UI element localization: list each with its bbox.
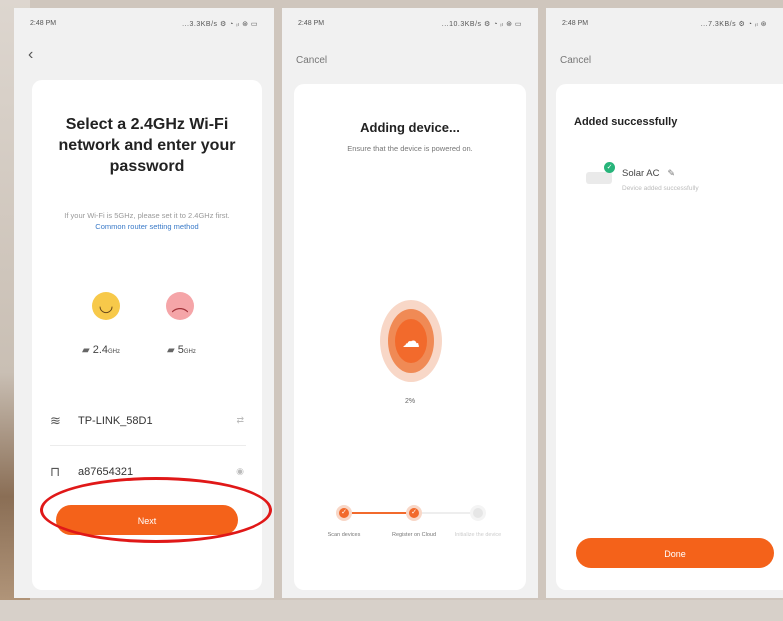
- power-hint: Ensure that the device is powered on.: [347, 144, 473, 153]
- step-check-icon: ✓: [336, 505, 352, 521]
- router-setting-link[interactable]: Common router setting method: [95, 222, 198, 231]
- status-icons: ...3.3KB/s ⚙ ◔ ᵢₗ ⊛ ▭: [182, 21, 258, 28]
- band-5-unit: GHz: [183, 349, 196, 355]
- background-bottom: [0, 600, 783, 621]
- status-bar: 2:48 PM ...7.3KB/s ⚙ ◔ ᵢₗ ⊛: [546, 18, 783, 32]
- phone-screen-added-successfully: 2:48 PM ...7.3KB/s ⚙ ◔ ᵢₗ ⊛ Cancel Added…: [546, 8, 783, 598]
- cancel-button[interactable]: Cancel: [560, 55, 591, 66]
- step-connector: [344, 512, 414, 514]
- pencil-icon[interactable]: ✎: [668, 168, 676, 178]
- band-2-4-unit: GHz: [108, 349, 120, 355]
- device-status: Device added successfully: [622, 185, 699, 192]
- lock-icon: ⊓: [50, 464, 61, 479]
- router-icon: ▰: [82, 345, 90, 356]
- status-time: 2:48 PM: [30, 20, 57, 27]
- step-pending-icon: [470, 505, 486, 521]
- step-label-initialize: Initialize the device: [454, 532, 502, 538]
- adding-device-card: Adding device... Ensure that the device …: [294, 84, 526, 590]
- eye-icon[interactable]: ◉: [236, 466, 244, 477]
- step-label-scan: Scan devices: [327, 532, 361, 538]
- cancel-button[interactable]: Cancel: [296, 55, 327, 66]
- band-5ghz: ▰ 5GHz: [167, 344, 196, 356]
- check-icon: ✓: [604, 162, 615, 173]
- status-bar: 2:48 PM ...3.3KB/s ⚙ ◔ ᵢₗ ⊛ ▭: [14, 18, 274, 32]
- device-name-row: Solar AC ✎: [622, 168, 675, 179]
- success-card: Added successfully ✓ Solar AC ✎ Device ad…: [556, 84, 783, 590]
- wifi-icon: ≋: [50, 413, 61, 428]
- sad-face-icon: ︵: [166, 292, 194, 320]
- back-icon[interactable]: ‹: [28, 46, 33, 64]
- done-button[interactable]: Done: [576, 538, 774, 568]
- step-check-icon: ✓: [406, 505, 422, 521]
- status-time: 2:48 PM: [562, 20, 589, 27]
- wifi-name-field[interactable]: ≋ TP-LINK_58D1 ⇄: [50, 410, 246, 436]
- device-icon: [586, 172, 612, 184]
- progress-percent: 2%: [404, 398, 416, 405]
- happy-face-icon: ◡: [92, 292, 120, 320]
- band-2-4ghz: ▰ 2.4GHz: [82, 344, 120, 356]
- step-label-register: Register on Cloud: [391, 532, 437, 538]
- phone-screen-adding-device: 2:48 PM ...10.3KB/s ⚙ ◔ ᵢₗ ⊛ ▭ Cancel Ad…: [282, 8, 538, 598]
- page-title: Select a 2.4GHz Wi-Fi network and enter …: [58, 116, 236, 175]
- page-title: Added successfully: [574, 116, 678, 128]
- router-icon: ▰: [167, 345, 175, 356]
- step-connector: [414, 512, 478, 514]
- band-2-4-label: 2.4: [92, 344, 108, 356]
- status-icons: ...10.3KB/s ⚙ ◔ ᵢₗ ⊛ ▭: [441, 21, 522, 28]
- hint-text: If your Wi-Fi is 5GHz, please set it to …: [64, 211, 230, 220]
- switch-network-icon[interactable]: ⇄: [236, 415, 244, 426]
- status-icons: ...7.3KB/s ⚙ ◔ ᵢₗ ⊛: [700, 21, 767, 28]
- status-bar: 2:48 PM ...10.3KB/s ⚙ ◔ ᵢₗ ⊛ ▭: [282, 18, 538, 32]
- cloud-icon: ☁: [395, 319, 427, 363]
- divider: [50, 445, 246, 446]
- status-time: 2:48 PM: [298, 20, 325, 27]
- password-value: a87654321: [78, 466, 134, 478]
- wifi-hint: If your Wi-Fi is 5GHz, please set it to …: [56, 210, 238, 232]
- wifi-name-value: TP-LINK_58D1: [78, 415, 153, 427]
- page-title: Adding device...: [360, 120, 460, 135]
- next-button-highlight: [40, 477, 272, 543]
- device-name: Solar AC: [622, 168, 660, 179]
